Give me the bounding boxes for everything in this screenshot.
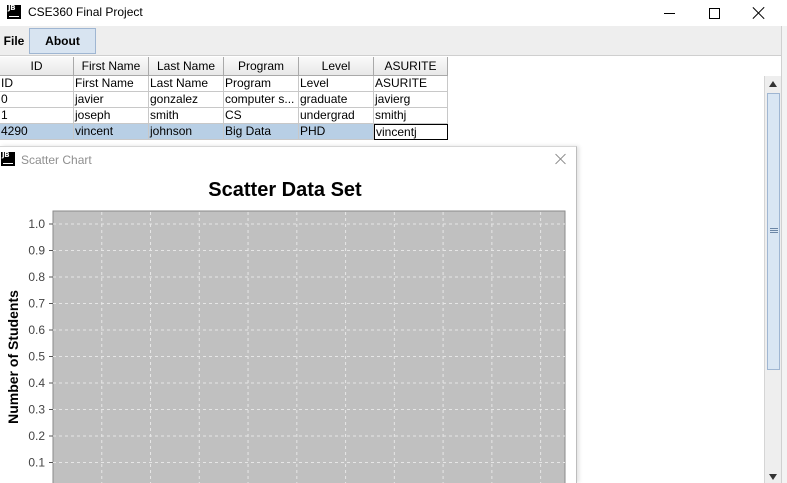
table-cell[interactable]: computer s...: [224, 92, 299, 108]
table-cell[interactable]: 4290: [0, 124, 74, 140]
y-tick-label: 0.3: [28, 403, 45, 417]
table-body: ID First Name Last Name Program Level AS…: [0, 76, 448, 140]
scroll-down-icon[interactable]: [769, 474, 777, 480]
table-cell[interactable]: Last Name: [149, 76, 224, 92]
y-tick-label: 0.5: [28, 350, 45, 364]
table-cell[interactable]: Big Data: [224, 124, 299, 140]
table-cell[interactable]: First Name: [74, 76, 149, 92]
column-header-first-name[interactable]: First Name: [74, 57, 149, 76]
table-cell[interactable]: 1: [0, 108, 74, 124]
title-bar: JB CSE360 Final Project: [0, 0, 787, 26]
scroll-up-icon[interactable]: [769, 81, 777, 87]
table-row[interactable]: ID First Name Last Name Program Level AS…: [0, 76, 448, 92]
minimize-button[interactable]: [646, 0, 692, 26]
menu-bar: File About: [0, 26, 781, 56]
table-cell[interactable]: vincent: [74, 124, 149, 140]
table-cell[interactable]: johnson: [149, 124, 224, 140]
table-cell[interactable]: gonzalez: [149, 92, 224, 108]
table-cell[interactable]: Program: [224, 76, 299, 92]
close-icon: [752, 6, 766, 20]
y-tick-label: 0.6: [28, 323, 45, 337]
table-cell[interactable]: undergrad: [299, 108, 374, 124]
column-header-last-name[interactable]: Last Name: [149, 57, 224, 76]
table-row-selected[interactable]: 4290 vincent johnson Big Data PHD vincen…: [0, 124, 448, 140]
menu-about[interactable]: About: [29, 28, 96, 54]
close-button[interactable]: [736, 0, 782, 26]
y-tick-label: 0.8: [28, 270, 45, 284]
table-cell[interactable]: PHD: [299, 124, 374, 140]
table-row[interactable]: 1 joseph smith CS undergrad smithj: [0, 108, 448, 124]
table-cell[interactable]: javierg: [374, 92, 448, 108]
window-border: [781, 26, 787, 483]
chart-title: Scatter Data Set: [208, 179, 362, 201]
scatter-chart: Scatter Data Set 1.0 0.9 0.8 0.7 0.6 0.5 0.4 0.…: [5, 179, 566, 483]
table-cell[interactable]: ID: [0, 76, 74, 92]
table-header: ID First Name Last Name Program Level AS…: [0, 57, 448, 76]
table-cell[interactable]: javier: [74, 92, 149, 108]
plot-area: [52, 210, 566, 483]
table-cell[interactable]: smithj: [374, 108, 448, 124]
table-cell[interactable]: 0: [0, 92, 74, 108]
y-tick-label: 0.4: [28, 376, 45, 390]
minimize-icon: [663, 12, 675, 14]
column-header-program[interactable]: Program: [224, 57, 299, 76]
column-header-level[interactable]: Level: [299, 57, 374, 76]
y-tick-label: 0.9: [28, 244, 45, 258]
grip-icon: [770, 228, 778, 233]
menu-file[interactable]: File: [0, 28, 28, 54]
table-cell-editor[interactable]: vincentj: [374, 124, 448, 140]
table-cell[interactable]: CS: [224, 108, 299, 124]
y-tick-label: 0.2: [28, 429, 45, 443]
vertical-scrollbar[interactable]: [764, 76, 781, 483]
maximize-button[interactable]: [691, 0, 737, 26]
y-axis-ticks: 1.0 0.9 0.8 0.7 0.6 0.5 0.4 0.3 0.2 0.1: [28, 217, 53, 470]
column-header-id[interactable]: ID: [0, 57, 74, 76]
y-axis-label: Number of Students: [5, 290, 21, 424]
table-cell[interactable]: smith: [149, 108, 224, 124]
table-cell[interactable]: Level: [299, 76, 374, 92]
app-logo-icon: JB: [7, 5, 21, 19]
maximize-icon: [708, 7, 720, 19]
table-cell[interactable]: joseph: [74, 108, 149, 124]
scrollbar-thumb[interactable]: [767, 93, 780, 370]
y-tick-label: 1.0: [28, 217, 45, 231]
y-tick-label: 0.7: [28, 297, 45, 311]
scatter-chart-window[interactable]: JB Scatter Chart Scatter Data Set 1.0 0.9…: [0, 146, 577, 483]
table-cell[interactable]: ASURITE: [374, 76, 448, 92]
table-cell[interactable]: graduate: [299, 92, 374, 108]
y-tick-label: 0.1: [28, 456, 45, 470]
column-header-asurite[interactable]: ASURITE: [374, 57, 448, 76]
table-row[interactable]: 0 javier gonzalez computer s... graduate…: [0, 92, 448, 108]
window-title: CSE360 Final Project: [28, 5, 143, 19]
